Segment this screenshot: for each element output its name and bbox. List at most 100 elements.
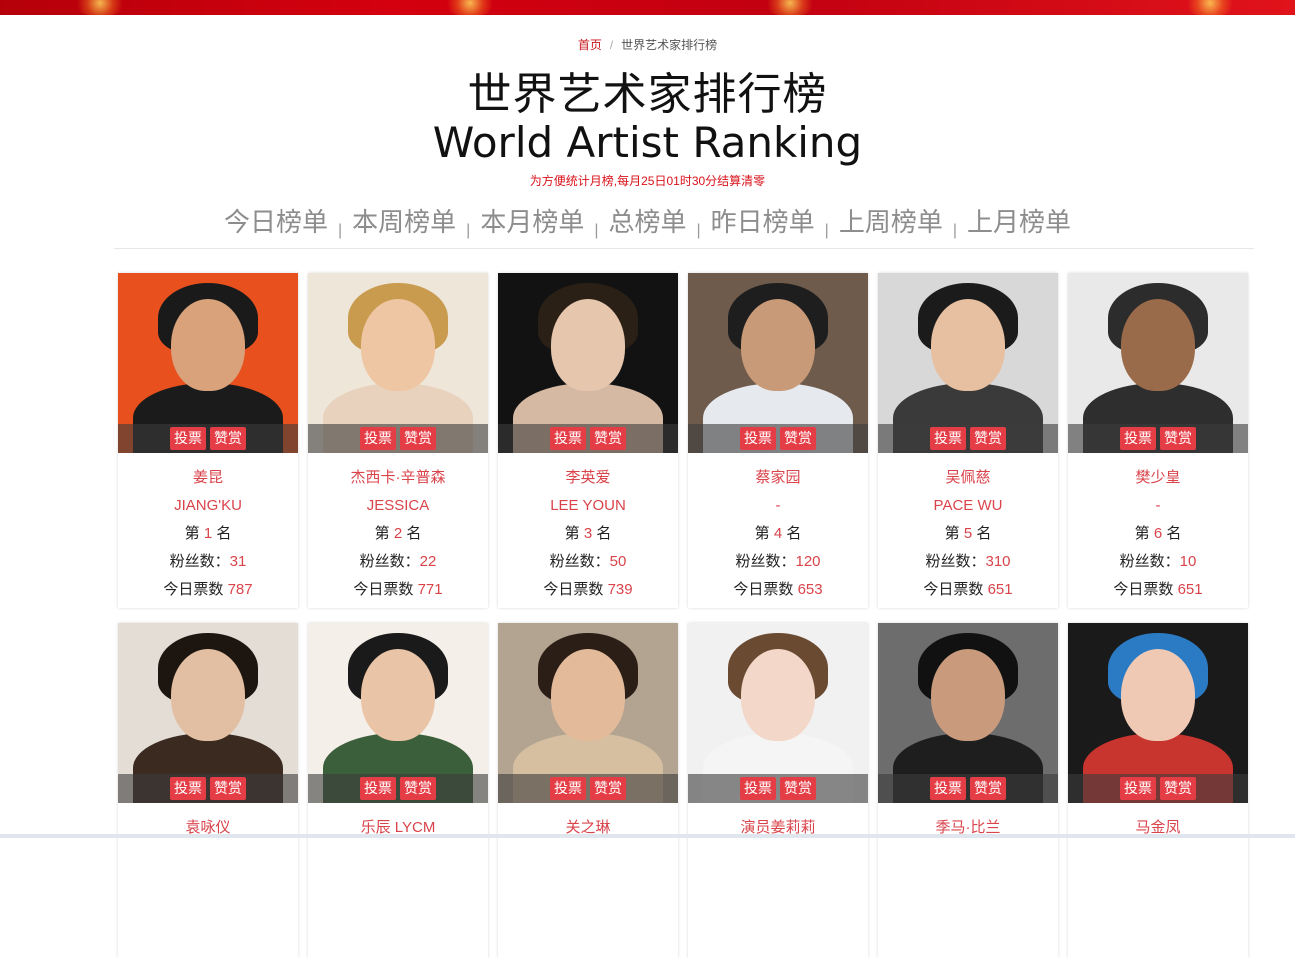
vote-button[interactable]: 投票 <box>550 777 586 800</box>
today-votes-label: 今日票数 <box>543 581 604 598</box>
artist-card[interactable]: 投票 赞赏 季马·比兰 <box>878 623 1058 958</box>
reward-button[interactable]: 赞赏 <box>210 777 246 800</box>
tab-last-month[interactable]: 上月榜单 <box>967 207 1071 237</box>
tab-this-month[interactable]: 本月榜单 <box>480 207 584 237</box>
artist-photo[interactable]: 投票 赞赏 <box>308 623 488 803</box>
artist-name-cn[interactable]: 姜昆 <box>118 464 298 492</box>
artist-name-cn[interactable]: 蔡家园 <box>688 464 868 492</box>
fans-line: 粉丝数：310 <box>878 548 1058 576</box>
reward-button[interactable]: 赞赏 <box>780 777 816 800</box>
artist-photo[interactable]: 投票 赞赏 <box>878 623 1058 803</box>
rank-suffix: 名 <box>976 525 992 542</box>
vote-button[interactable]: 投票 <box>550 427 586 450</box>
action-bar: 投票 赞赏 <box>1068 774 1248 803</box>
artist-photo[interactable]: 投票 赞赏 <box>688 273 868 453</box>
vote-button[interactable]: 投票 <box>360 427 396 450</box>
reward-button[interactable]: 赞赏 <box>590 427 626 450</box>
artist-card[interactable]: 投票 赞赏 蔡家园 - 第 4 名粉丝数：120 今日票数 653 <box>688 273 868 608</box>
fans-label: 粉丝数： <box>169 553 230 570</box>
artist-card[interactable]: 投票 赞赏 演员姜莉莉 <box>688 623 868 958</box>
vote-button[interactable]: 投票 <box>360 777 396 800</box>
rank-value: 1 <box>203 525 213 542</box>
rank-suffix: 名 <box>786 525 802 542</box>
artist-photo[interactable]: 投票 赞赏 <box>118 273 298 453</box>
settlement-notice: 为方便统计月榜,每月25日01时30分结算清零 <box>529 174 766 188</box>
artist-card[interactable]: 投票 赞赏 姜昆 JIANG'KU 第 1 名粉丝数：31 今日票数 787 <box>118 273 298 608</box>
vote-button[interactable]: 投票 <box>740 777 776 800</box>
fans-label: 粉丝数： <box>359 553 420 570</box>
artist-card[interactable]: 投票 赞赏樊少皇 - 第 6 名粉丝数：10 今日票数 651 <box>1068 273 1248 608</box>
vote-button[interactable]: 投票 <box>170 777 206 800</box>
artist-photo[interactable]: 投票 赞赏 <box>878 273 1058 453</box>
artist-card[interactable]: 投票 赞赏 李英爱 LEE YOUN 第 3 名粉丝数：50 今日票数 739 <box>498 273 678 608</box>
today-votes-value: 651 <box>1177 581 1203 598</box>
action-bar: 投票 赞赏 <box>118 424 298 453</box>
tab-this-week[interactable]: 本周榜单 <box>352 207 456 237</box>
artist-card[interactable]: 投票 赞赏 杰西卡·辛普森 JESSICA 第 2 名粉丝数：22 今日票数 771 <box>308 273 488 608</box>
rank-suffix: 名 <box>216 525 232 542</box>
artist-info: 樊少皇 - 第 6 名粉丝数：10 今日票数 651 <box>1068 464 1248 604</box>
tab-separator: | <box>696 222 701 239</box>
reward-button[interactable]: 赞赏 <box>970 777 1006 800</box>
artist-photo[interactable]: 投票 赞赏 <box>1068 273 1248 453</box>
artist-info: 杰西卡·辛普森 JESSICA 第 2 名粉丝数：22 今日票数 771 <box>308 464 488 604</box>
tab-yesterday[interactable]: 昨日榜单 <box>711 207 815 237</box>
artist-card[interactable]: 投票 赞赏 关之琳 <box>498 623 678 958</box>
artist-photo[interactable]: 投票 赞赏 <box>118 623 298 803</box>
rank-value: 2 <box>393 525 403 542</box>
reward-button[interactable]: 赞赏 <box>400 777 436 800</box>
artist-name-en: JESSICA <box>366 497 430 514</box>
today-votes-label: 今日票数 <box>1113 581 1174 598</box>
photo-face <box>931 299 1005 391</box>
artist-photo[interactable]: 投票 赞赏 <box>1068 623 1248 803</box>
artist-card[interactable]: 投票 赞赏 吴佩慈 PACE WU 第 5 名粉丝数：310 今日票数 651 <box>878 273 1058 608</box>
photo-face <box>171 649 245 741</box>
action-bar: 投票 赞赏 <box>1068 424 1248 453</box>
vote-button[interactable]: 投票 <box>1120 427 1156 450</box>
artist-name-cn[interactable]: 吴佩慈 <box>878 464 1058 492</box>
artist-photo[interactable]: 投票 赞赏 <box>498 623 678 803</box>
reward-button[interactable]: 赞赏 <box>970 427 1006 450</box>
tab-last-week[interactable]: 上周榜单 <box>839 207 943 237</box>
artist-name-cn[interactable]: 樊少皇 <box>1068 464 1248 492</box>
action-bar: 投票 赞赏 <box>688 774 868 803</box>
fans-value: 31 <box>229 553 247 570</box>
vote-button[interactable]: 投票 <box>740 427 776 450</box>
tab-total[interactable]: 总榜单 <box>608 207 686 237</box>
ranking-tabs: 今日榜单 | 本周榜单 | 本月榜单 | 总榜单 | 昨日榜单 | 上周榜单 | 上月榜单 <box>0 202 1295 239</box>
artist-name-cn[interactable]: 李英爱 <box>498 464 678 492</box>
artist-card[interactable]: 投票 赞赏 乐辰 LYCM <box>308 623 488 958</box>
vote-button[interactable]: 投票 <box>930 427 966 450</box>
tab-today[interactable]: 今日榜单 <box>224 207 328 237</box>
firework-decoration <box>70 0 130 15</box>
fans-line: 粉丝数：120 <box>688 548 868 576</box>
photo-face <box>931 649 1005 741</box>
artist-name-cn[interactable]: 杰西卡·辛普森 <box>308 464 488 492</box>
artist-photo[interactable]: 投票 赞赏 <box>688 623 868 803</box>
today-votes-label: 今日票数 <box>923 581 984 598</box>
reward-button[interactable]: 赞赏 <box>590 777 626 800</box>
vote-button[interactable]: 投票 <box>170 427 206 450</box>
vote-button[interactable]: 投票 <box>1120 777 1156 800</box>
rank-prefix: 第 <box>1134 525 1150 542</box>
vote-button[interactable]: 投票 <box>930 777 966 800</box>
rank-value: 3 <box>583 525 593 542</box>
artist-photo[interactable]: 投票 赞赏 <box>308 273 488 453</box>
reward-button[interactable]: 赞赏 <box>210 427 246 450</box>
reward-button[interactable]: 赞赏 <box>400 427 436 450</box>
reward-button[interactable]: 赞赏 <box>1160 777 1196 800</box>
votes-line: 今日票数 651 <box>878 576 1058 604</box>
reward-button[interactable]: 赞赏 <box>780 427 816 450</box>
fans-value: 50 <box>609 553 627 570</box>
photo-face <box>1121 299 1195 391</box>
reward-button[interactable]: 赞赏 <box>1160 427 1196 450</box>
rank-line: 第 6 名 <box>1068 520 1248 548</box>
artist-card[interactable]: 投票 赞赏 马金凤 <box>1068 623 1248 958</box>
rank-value: 4 <box>773 525 783 542</box>
artist-photo[interactable]: 投票 赞赏 <box>498 273 678 453</box>
tab-separator: | <box>824 222 829 239</box>
artist-name-en: JIANG'KU <box>174 497 242 514</box>
artist-card[interactable]: 投票 赞赏 袁咏仪 <box>118 623 298 958</box>
fans-label: 粉丝数： <box>735 553 796 570</box>
breadcrumb-home-link[interactable]: 首页 <box>578 38 602 52</box>
